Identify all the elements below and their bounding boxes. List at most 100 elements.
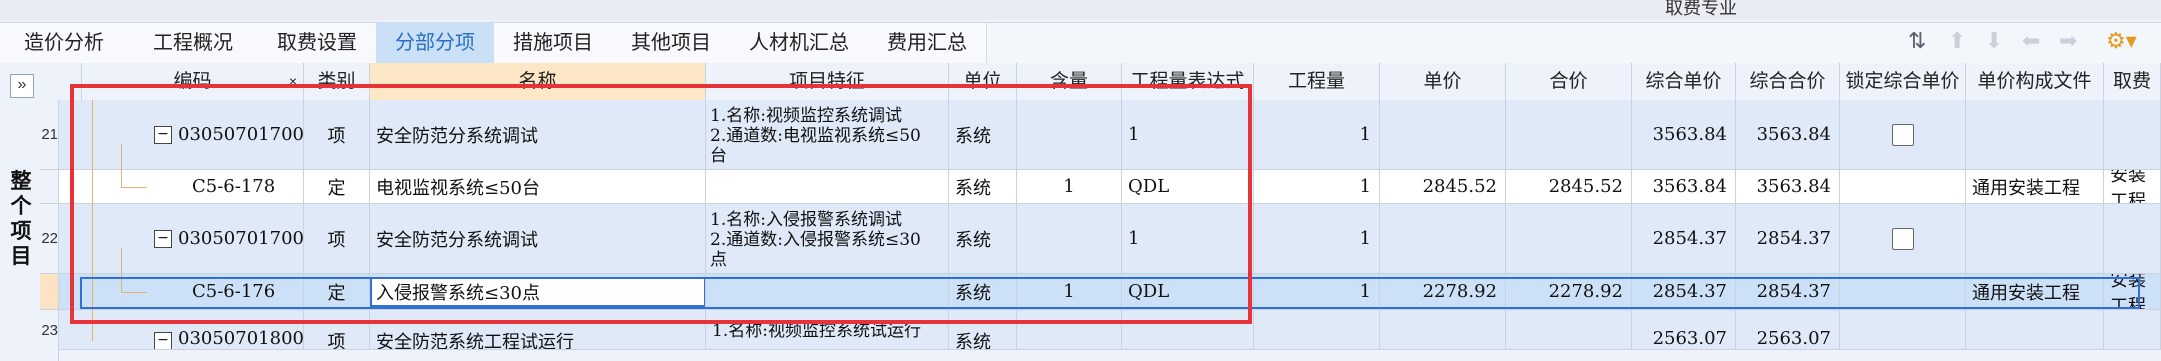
- content-cell[interactable]: [1017, 310, 1122, 349]
- price-cell[interactable]: [1380, 204, 1506, 273]
- table-row[interactable]: 21 − 030507017001 项 安全防范分系统调试 1.名称:视频监控系…: [40, 100, 2161, 170]
- name-cell[interactable]: 安全防范分系统调试: [370, 204, 706, 273]
- feature-cell[interactable]: 1.名称:视频监控系统试运行: [706, 310, 949, 349]
- settings-dropdown-icon[interactable]: ⚙▾: [2106, 28, 2137, 54]
- type-cell[interactable]: 定: [304, 274, 370, 309]
- total-cell[interactable]: [1506, 310, 1632, 349]
- code-cell[interactable]: − 030507018003: [82, 310, 304, 349]
- content-cell[interactable]: [1017, 204, 1122, 273]
- qty-cell[interactable]: 1: [1254, 100, 1380, 169]
- expr-cell[interactable]: 1: [1122, 100, 1254, 169]
- unit-cell[interactable]: 系统: [949, 310, 1017, 349]
- header-price[interactable]: 单价: [1380, 63, 1506, 100]
- tab-sub-items[interactable]: 分部分项: [376, 23, 495, 63]
- expr-cell[interactable]: QDL: [1122, 170, 1254, 203]
- file-cell[interactable]: [1966, 100, 2104, 169]
- header-unit[interactable]: 单位: [949, 63, 1017, 100]
- type-cell[interactable]: 定: [304, 170, 370, 203]
- lock-checkbox[interactable]: [1891, 227, 1914, 250]
- content-cell[interactable]: 1: [1017, 274, 1122, 309]
- feature-cell[interactable]: 1.名称:入侵报警系统调试 2.通道数:入侵报警系统≤30 点: [706, 204, 949, 273]
- name-cell[interactable]: 电视监视系统≤50台: [370, 170, 706, 203]
- content-cell[interactable]: [1017, 100, 1122, 169]
- content-cell[interactable]: 1: [1017, 170, 1122, 203]
- move-left-icon[interactable]: ⬅: [2022, 28, 2040, 54]
- side-label-whole-project[interactable]: 整个项目: [10, 169, 32, 269]
- expr-cell[interactable]: [1122, 310, 1254, 349]
- feature-cell[interactable]: 1.名称:视频监控系统调试 2.通道数:电视监视系统≤50 台: [706, 100, 949, 169]
- feature-cell[interactable]: [706, 274, 949, 309]
- header-file[interactable]: 单价构成文件: [1966, 63, 2104, 100]
- code-cell[interactable]: C5-6-178: [82, 170, 304, 203]
- unit-cell[interactable]: 系统: [949, 204, 1017, 273]
- header-comp-total[interactable]: 综合合价: [1736, 63, 1840, 100]
- major-cell[interactable]: 安装工程: [2104, 274, 2161, 309]
- header-content[interactable]: 含量: [1017, 63, 1122, 100]
- file-cell[interactable]: [1966, 310, 2104, 349]
- code-cell[interactable]: C5-6-176: [82, 274, 304, 309]
- price-cell[interactable]: 2278.92: [1380, 274, 1506, 309]
- total-cell[interactable]: [1506, 100, 1632, 169]
- major-cell[interactable]: [2104, 310, 2161, 349]
- code-cell[interactable]: − 030507017001: [82, 100, 304, 169]
- file-cell[interactable]: 通用安装工程: [1966, 170, 2104, 203]
- collapse-icon[interactable]: −: [154, 230, 172, 248]
- unit-cell[interactable]: 系统: [949, 100, 1017, 169]
- qty-cell[interactable]: 1: [1254, 274, 1380, 309]
- header-type[interactable]: 类别: [304, 63, 370, 100]
- header-total[interactable]: 合价: [1506, 63, 1632, 100]
- major-cell[interactable]: 安装工程: [2104, 170, 2161, 203]
- header-qty[interactable]: 工程量: [1254, 63, 1380, 100]
- price-cell[interactable]: [1380, 100, 1506, 169]
- tab-measures[interactable]: 措施项目: [494, 23, 613, 63]
- major-cell[interactable]: [2104, 100, 2161, 169]
- price-cell[interactable]: 2845.52: [1380, 170, 1506, 203]
- table-row-selected[interactable]: C5-6-176 定 入侵报警系统≤30点 系统 1 QDL 1 2278.92…: [40, 274, 2161, 310]
- total-cell[interactable]: [1506, 204, 1632, 273]
- qty-cell[interactable]: 1: [1254, 170, 1380, 203]
- header-feature[interactable]: 项目特征: [706, 63, 949, 100]
- filter-icon[interactable]: ×: [289, 63, 297, 100]
- move-right-icon[interactable]: ➡: [2059, 28, 2077, 54]
- type-cell[interactable]: 项: [304, 204, 370, 273]
- type-cell[interactable]: 项: [304, 310, 370, 349]
- table-row[interactable]: 23 − 030507018003 项 安全防范系统工程试运行 1.名称:视频监…: [40, 310, 2161, 361]
- table-row[interactable]: C5-6-178 定 电视监视系统≤50台 系统 1 QDL 1 2845.52…: [40, 170, 2161, 204]
- tab-fee-summary[interactable]: 费用汇总: [868, 23, 987, 63]
- file-cell[interactable]: [1966, 204, 2104, 273]
- qty-cell[interactable]: [1254, 310, 1380, 349]
- type-cell[interactable]: 项: [304, 100, 370, 169]
- expr-cell[interactable]: QDL: [1122, 274, 1254, 309]
- move-down-icon[interactable]: ⬇: [1985, 28, 2003, 54]
- name-edit-input[interactable]: 入侵报警系统≤30点: [370, 277, 705, 307]
- move-up-icon[interactable]: ⬆: [1948, 28, 1966, 54]
- price-cell[interactable]: [1380, 310, 1506, 349]
- qty-cell[interactable]: 1: [1254, 204, 1380, 273]
- unit-cell[interactable]: 系统: [949, 170, 1017, 203]
- expr-cell[interactable]: 1: [1122, 204, 1254, 273]
- feature-cell[interactable]: [706, 170, 949, 203]
- total-cell[interactable]: 2845.52: [1506, 170, 1632, 203]
- collapse-icon[interactable]: −: [154, 126, 172, 144]
- header-name[interactable]: 名称: [370, 63, 706, 100]
- code-cell[interactable]: − 030507017003: [82, 204, 304, 273]
- sort-icon[interactable]: ⇅: [1908, 28, 1926, 54]
- name-cell[interactable]: 安全防范分系统调试: [370, 100, 706, 169]
- header-major[interactable]: 取费专业: [2104, 63, 2161, 100]
- total-cell[interactable]: 2278.92: [1506, 274, 1632, 309]
- tab-fee-settings[interactable]: 取费设置: [258, 23, 377, 63]
- header-lock[interactable]: 锁定综合单价: [1840, 63, 1966, 100]
- tab-labor-material-summary[interactable]: 人材机汇总: [730, 23, 869, 63]
- header-expr[interactable]: 工程量表达式: [1122, 63, 1254, 100]
- expand-panel-button[interactable]: »: [10, 74, 34, 98]
- name-cell[interactable]: 入侵报警系统≤30点: [370, 274, 706, 309]
- table-row[interactable]: 22 − 030507017003 项 安全防范分系统调试 1.名称:入侵报警系…: [40, 204, 2161, 274]
- unit-cell[interactable]: 系统: [949, 274, 1017, 309]
- name-cell[interactable]: 安全防范系统工程试运行: [370, 310, 706, 349]
- tab-cost-analysis[interactable]: 造价分析: [0, 23, 129, 63]
- tab-project-overview[interactable]: 工程概况: [128, 23, 259, 63]
- tab-other-items[interactable]: 其他项目: [612, 23, 731, 63]
- file-cell[interactable]: 通用安装工程: [1966, 274, 2104, 309]
- header-comp-price[interactable]: 综合单价: [1632, 63, 1736, 100]
- lock-checkbox[interactable]: [1891, 123, 1914, 146]
